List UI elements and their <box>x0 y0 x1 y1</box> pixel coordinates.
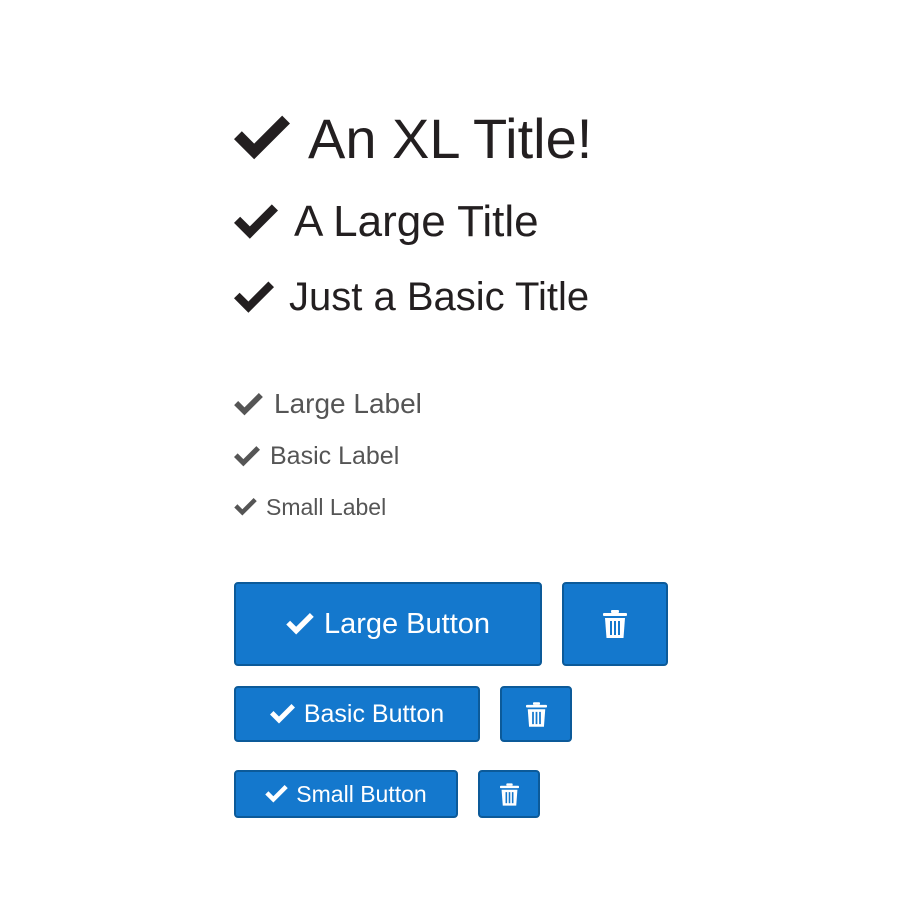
xl-title: An XL Title! <box>234 106 592 170</box>
check-icon <box>234 281 274 314</box>
basic-title-text: Just a Basic Title <box>289 274 590 319</box>
basic-label-text: Basic Label <box>270 441 400 470</box>
trash-icon <box>499 782 519 806</box>
basic-delete-button[interactable] <box>500 686 572 742</box>
small-label-text: Small Label <box>266 493 387 520</box>
check-icon <box>234 204 278 240</box>
basic-button[interactable]: Basic Button <box>234 686 480 742</box>
small-button-label: Small Button <box>296 780 427 807</box>
basic-button-label: Basic Button <box>303 699 445 728</box>
basic-label: Basic Label <box>234 440 399 472</box>
check-icon <box>265 785 289 803</box>
large-label: Large Label <box>234 386 422 422</box>
check-icon <box>269 704 295 724</box>
check-icon <box>234 115 290 161</box>
trash-icon <box>525 701 547 727</box>
large-label-text: Large Label <box>274 388 422 419</box>
basic-title: Just a Basic Title <box>234 273 589 321</box>
check-icon <box>286 613 314 635</box>
check-icon <box>234 498 257 516</box>
check-icon <box>234 392 263 416</box>
large-title: A Large Title <box>234 196 539 248</box>
trash-icon <box>603 610 627 638</box>
xl-title-text: An XL Title! <box>308 106 593 170</box>
large-title-text: A Large Title <box>294 197 539 246</box>
small-delete-button[interactable] <box>478 770 540 818</box>
large-delete-button[interactable] <box>562 582 668 666</box>
large-button[interactable]: Large Button <box>234 582 542 666</box>
small-button[interactable]: Small Button <box>234 770 458 818</box>
check-icon <box>234 445 260 467</box>
small-label: Small Label <box>234 492 386 522</box>
large-button-label: Large Button <box>323 607 491 640</box>
